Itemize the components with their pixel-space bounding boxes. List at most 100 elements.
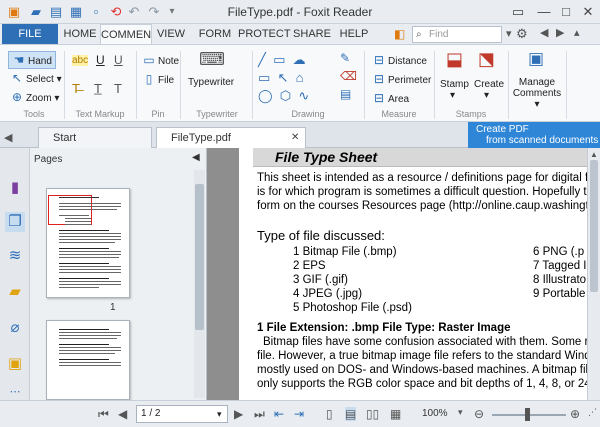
distance-button[interactable]: ⊟ Distance — [372, 53, 427, 67]
pencil-icon[interactable]: ✎ — [340, 51, 350, 65]
note-button[interactable]: ▭ Note — [142, 53, 179, 67]
insert-text-icon[interactable]: T — [114, 81, 122, 96]
zoom-out-icon[interactable]: ⊖ — [474, 407, 484, 421]
section-line: file. However, a true bitmap image file … — [257, 350, 599, 362]
section-line: mostly used on DOS- and Windows-based ma… — [257, 364, 599, 376]
layers-icon[interactable]: ≋ — [5, 246, 25, 266]
replace-text-icon[interactable]: T̲ — [94, 81, 102, 96]
tab-comment[interactable]: COMMEN — [100, 24, 152, 45]
cloud-icon[interactable]: ☁ — [293, 52, 306, 67]
tab-filetype[interactable]: FileType.pdf ✕ — [156, 127, 306, 148]
typewriter-icon[interactable]: ⌨ — [198, 49, 226, 73]
collapse-panel-icon[interactable]: ◀ — [192, 152, 200, 163]
pages-icon[interactable]: ❐ — [5, 212, 25, 232]
minimize-icon[interactable]: — — [532, 3, 556, 21]
strikeout-icon[interactable]: T̶ — [72, 81, 80, 96]
chevron-down-icon: ▾ — [217, 409, 222, 419]
document-scrollbar-thumb[interactable] — [590, 160, 598, 292]
hand-tool-button[interactable]: ☚ Hand — [8, 51, 56, 69]
continuous-page-icon[interactable]: ▤ — [345, 407, 357, 421]
polygon-icon[interactable]: ⬡ — [280, 88, 291, 103]
pages-panel: Pages ◀ 1 — [30, 148, 207, 400]
zoom-slider-handle[interactable] — [525, 408, 530, 421]
tab-protect[interactable]: PROTECT — [238, 24, 291, 44]
arrow-icon[interactable]: ↖ — [278, 70, 289, 85]
previous-page-icon[interactable]: ◀ — [118, 407, 127, 421]
tab-file[interactable]: FILE — [2, 24, 58, 44]
tab-start[interactable]: Start — [38, 127, 152, 148]
separator — [64, 51, 65, 119]
eraser-icon[interactable]: ⌫ — [340, 69, 357, 83]
tab-form[interactable]: FORM — [196, 24, 234, 44]
line-icon[interactable]: ╱ — [258, 52, 266, 67]
nav-back-icon[interactable]: ◀ — [540, 26, 548, 39]
nav-forward-icon[interactable]: ▶ — [556, 26, 564, 39]
more-icon[interactable]: ⋯ — [5, 382, 25, 402]
group-stamps: Stamps — [455, 109, 487, 119]
security-lock-icon[interactable]: ▣ — [5, 354, 25, 374]
zoom-dropdown-icon[interactable]: ▾ — [458, 407, 463, 418]
oval-icon[interactable]: ◯ — [258, 88, 273, 103]
polyline-icon[interactable]: ∿ — [298, 88, 309, 103]
close-icon[interactable]: ✕ — [576, 3, 600, 21]
zoom-level[interactable]: 100% — [422, 408, 448, 419]
restore-ribbon-icon[interactable]: ▭ — [506, 3, 530, 21]
stamp-button[interactable]: Stamp ▾ — [440, 79, 469, 101]
tab-home[interactable]: HOME — [62, 24, 98, 44]
ruler-icon: ⊟ — [373, 53, 385, 67]
resize-grip-icon[interactable]: ⋰ — [588, 407, 597, 418]
first-page-icon[interactable]: ⏮ — [98, 407, 109, 422]
create-stamp-icon[interactable]: ⬔ — [478, 49, 495, 70]
next-page-icon[interactable]: ▶ — [234, 407, 243, 421]
hand-icon: ☚ — [13, 53, 25, 67]
area-highlight-icon[interactable]: ▤ — [340, 87, 351, 101]
document-scrollbar[interactable]: ▲ — [587, 148, 600, 400]
close-tab-icon[interactable]: ✕ — [291, 128, 299, 148]
gear-icon[interactable]: ⚙ — [516, 26, 528, 42]
callout-icon[interactable]: ⌂ — [296, 70, 304, 85]
manage-comments-icon[interactable]: ▣ — [528, 49, 544, 69]
typewriter-button[interactable]: Typewriter — [188, 77, 234, 88]
last-page-icon[interactable]: ⏭ — [254, 407, 265, 422]
rectangle-shape-icon[interactable]: ▭ — [258, 70, 270, 85]
create-stamp-button[interactable]: Create ▾ — [474, 79, 504, 101]
pages-scrollbar-thumb[interactable] — [195, 184, 204, 330]
zoom-in-icon[interactable]: ⊕ — [570, 407, 580, 421]
scroll-up-icon[interactable]: ▲ — [590, 150, 598, 159]
tab-scroll-left-icon[interactable]: ◀ — [4, 131, 12, 144]
rectangle-icon[interactable]: ▭ — [273, 52, 285, 67]
zoom-tool-button[interactable]: ⊕ Zoom ▾ — [10, 90, 59, 104]
previous-view-icon[interactable]: ⇤ — [274, 407, 284, 421]
highlight-icon[interactable]: abc — [72, 55, 89, 66]
single-page-icon[interactable]: ▯ — [326, 407, 333, 421]
attachment-icon[interactable]: ⌀ — [5, 318, 25, 338]
tab-view[interactable]: VIEW — [154, 24, 188, 44]
stamp-icon[interactable]: ⬓ — [446, 49, 463, 70]
comments-icon[interactable]: ▰ — [5, 282, 25, 302]
squiggly-icon[interactable]: U — [114, 53, 123, 67]
document-view: File Type Sheet This sheet is intended a… — [207, 148, 600, 400]
tell-me-icon[interactable]: ◧ — [394, 27, 408, 41]
ad-banner[interactable]: Create PDF from scanned documents — [468, 122, 600, 148]
find-input[interactable]: ⌕ Find — [412, 26, 502, 43]
page-thumbnail-1[interactable] — [46, 188, 130, 298]
manage-comments-button[interactable]: Manage Comments ▾ — [512, 77, 562, 110]
next-view-icon[interactable]: ⇥ — [294, 407, 304, 421]
area-button[interactable]: ⊟ Area — [372, 91, 409, 105]
find-options-icon[interactable]: ▾ — [506, 27, 512, 40]
tab-help[interactable]: HELP — [338, 24, 370, 44]
ribbon-tab-bar: FILE HOME COMMEN VIEW FORM PROTECT SHARE… — [0, 24, 600, 45]
distance-label: Distance — [388, 56, 427, 67]
page-number-input[interactable]: 1 / 2 ▾ — [136, 405, 228, 423]
tab-share[interactable]: SHARE — [292, 24, 332, 44]
maximize-icon[interactable]: □ — [554, 3, 578, 21]
page-thumbnail-2[interactable] — [46, 320, 130, 400]
select-tool-button[interactable]: ↖ Select ▾ — [10, 71, 62, 85]
perimeter-button[interactable]: ⊟ Perimeter — [372, 72, 431, 86]
continuous-facing-icon[interactable]: ▦ — [390, 407, 401, 421]
file-attach-button[interactable]: ▯ File — [142, 72, 174, 86]
collapse-ribbon-icon[interactable]: ▴ — [574, 26, 580, 39]
facing-page-icon[interactable]: ▯▯ — [366, 407, 379, 421]
bookmark-icon[interactable]: ▮ — [5, 178, 25, 198]
underline-icon[interactable]: U — [96, 53, 105, 67]
